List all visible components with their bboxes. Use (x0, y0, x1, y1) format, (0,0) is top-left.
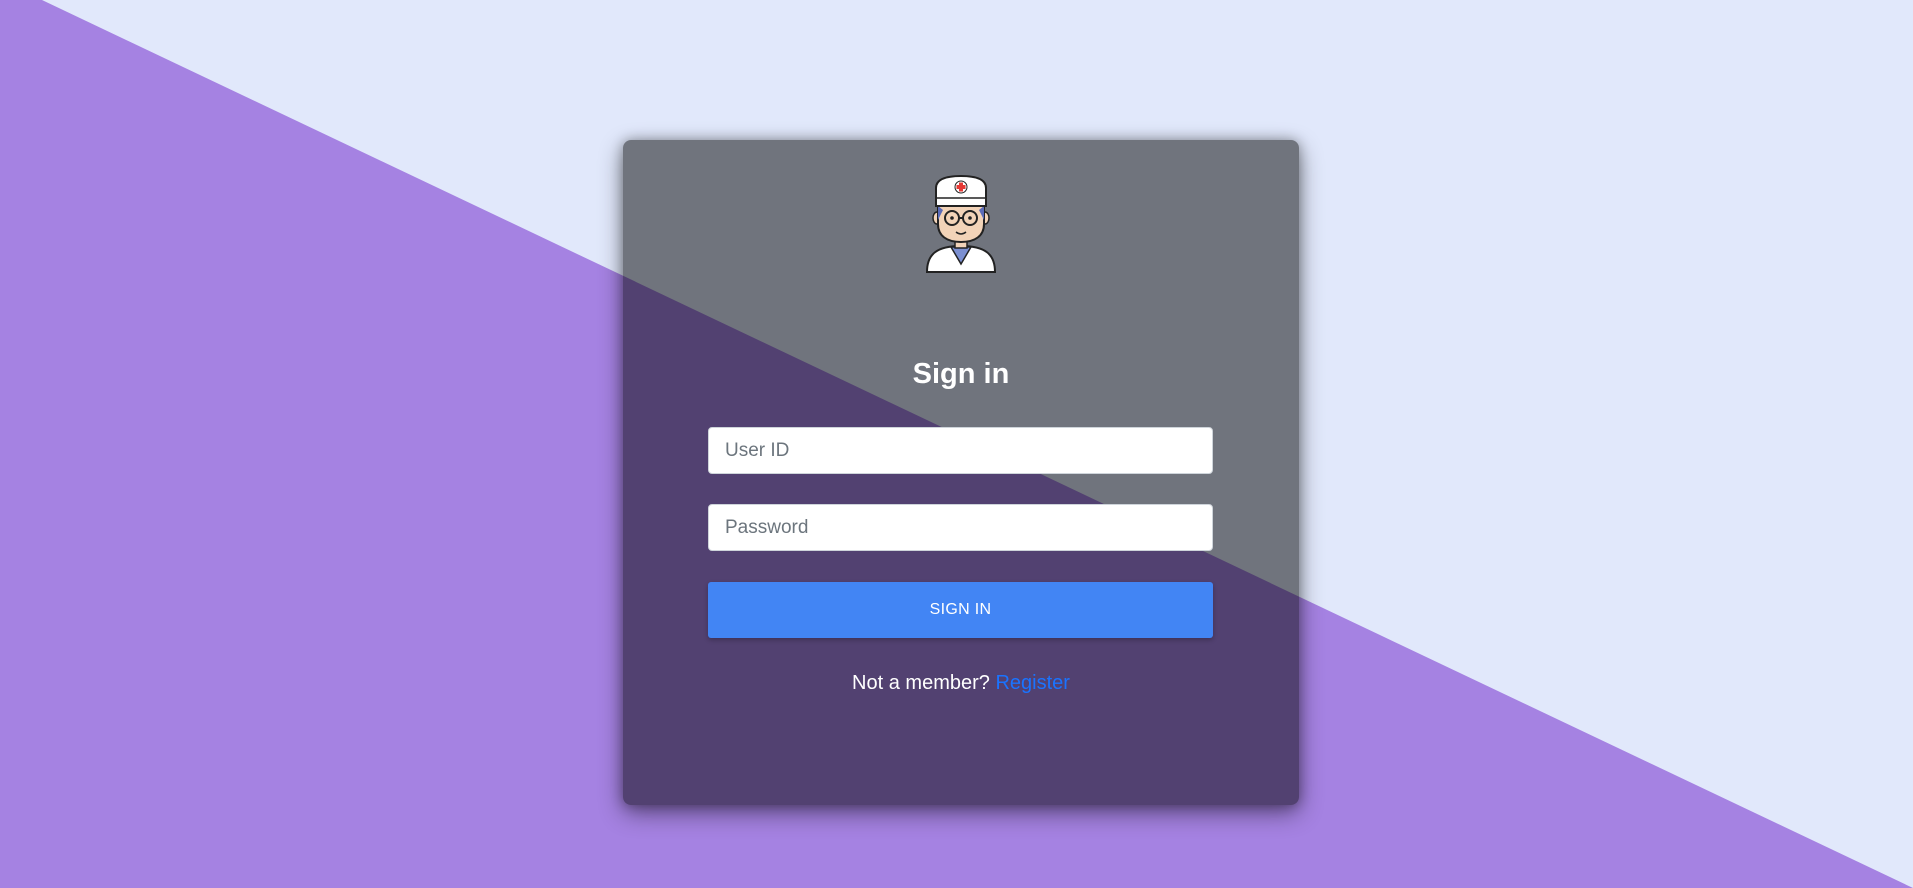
password-input[interactable] (708, 504, 1213, 551)
register-link[interactable]: Register (995, 672, 1069, 694)
register-prompt: Not a member? Register (623, 672, 1299, 695)
member-prompt-text: Not a member? (852, 672, 990, 694)
sign-in-button[interactable]: SIGN IN (708, 582, 1213, 638)
page-title: Sign in (912, 358, 1010, 390)
login-card: Sign in SIGN IN Not a member? Register (623, 140, 1299, 805)
doctor-avatar-icon (925, 174, 997, 273)
user-id-input[interactable] (708, 427, 1213, 474)
login-page: Sign in SIGN IN Not a member? Register (0, 0, 1913, 888)
